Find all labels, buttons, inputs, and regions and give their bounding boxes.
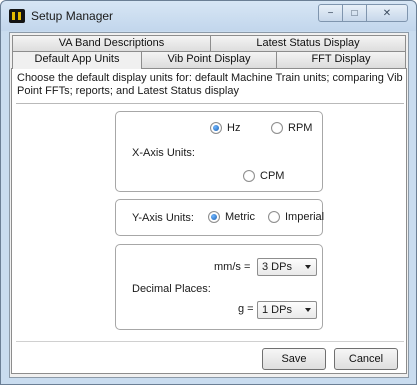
x-axis-cpm-radio[interactable]: CPM: [243, 170, 284, 182]
dialog-client-area: VA Band Descriptions Latest Status Displ…: [9, 32, 409, 378]
decimal-places-group: Decimal Places: mm/s = 3 DPs g = 1 DPs: [115, 244, 323, 330]
y-axis-imperial-radio[interactable]: Imperial: [268, 211, 324, 223]
x-axis-rpm-radio[interactable]: RPM: [271, 122, 312, 134]
tab-row-top: VA Band Descriptions Latest Status Displ…: [12, 35, 406, 52]
panel-description: Choose the default display units for: de…: [17, 72, 403, 97]
tab-latest-status-display[interactable]: Latest Status Display: [210, 35, 406, 52]
radio-checked-icon: [208, 211, 220, 223]
window-title: Setup Manager: [31, 9, 114, 23]
chevron-down-icon: [305, 265, 311, 269]
divider: [16, 103, 404, 104]
close-icon: ✕: [382, 7, 392, 19]
g-decimal-select[interactable]: 1 DPs: [257, 301, 317, 319]
tab-fft-display[interactable]: FFT Display: [276, 51, 406, 68]
maximize-icon: □: [351, 7, 358, 19]
radio-unchecked-icon: [268, 211, 280, 223]
x-axis-rpm-label: RPM: [288, 122, 313, 134]
cancel-button[interactable]: Cancel: [334, 348, 398, 370]
y-axis-metric-label: Metric: [225, 211, 255, 223]
window-controls: − □ ✕: [318, 4, 408, 22]
x-axis-hz-radio[interactable]: Hz: [210, 122, 240, 134]
decimal-places-label: Decimal Places:: [132, 283, 211, 295]
minimize-icon: −: [327, 7, 334, 19]
x-axis-units-group: X-Axis Units: Hz RPM CPM: [115, 111, 323, 192]
g-label: g =: [238, 303, 254, 315]
radio-unchecked-icon: [271, 122, 283, 134]
divider: [16, 341, 404, 342]
g-decimal-value: 1 DPs: [262, 304, 292, 316]
title-bar[interactable]: Setup Manager − □ ✕: [1, 1, 416, 31]
tab-va-band-descriptions[interactable]: VA Band Descriptions: [12, 35, 211, 52]
radio-checked-icon: [210, 122, 222, 134]
chevron-down-icon: [305, 308, 311, 312]
mms-decimal-select[interactable]: 3 DPs: [257, 258, 317, 276]
y-axis-imperial-label: Imperial: [285, 211, 325, 223]
mms-decimal-value: 3 DPs: [262, 261, 292, 273]
tab-row-bottom: Default App Units Vib Point Display FFT …: [12, 51, 406, 69]
y-axis-units-label: Y-Axis Units:: [132, 212, 194, 224]
x-axis-cpm-label: CPM: [260, 170, 285, 182]
save-button[interactable]: Save: [262, 348, 326, 370]
tab-vib-point-display[interactable]: Vib Point Display: [141, 51, 277, 68]
minimize-button[interactable]: −: [318, 4, 343, 22]
radio-unchecked-icon: [243, 170, 255, 182]
tab-default-app-units[interactable]: Default App Units: [12, 51, 142, 69]
setup-manager-window: Setup Manager − □ ✕ VA Band Descriptions…: [0, 0, 417, 385]
y-axis-units-group: Y-Axis Units: Metric Imperial: [115, 199, 324, 236]
mms-label: mm/s =: [214, 261, 251, 273]
maximize-button[interactable]: □: [342, 4, 367, 22]
app-logo-icon: [9, 9, 25, 23]
close-button[interactable]: ✕: [366, 4, 408, 22]
default-app-units-panel: Choose the default display units for: de…: [11, 68, 407, 374]
x-axis-units-label: X-Axis Units:: [132, 147, 195, 159]
y-axis-metric-radio[interactable]: Metric: [208, 211, 255, 223]
x-axis-hz-label: Hz: [227, 122, 241, 134]
